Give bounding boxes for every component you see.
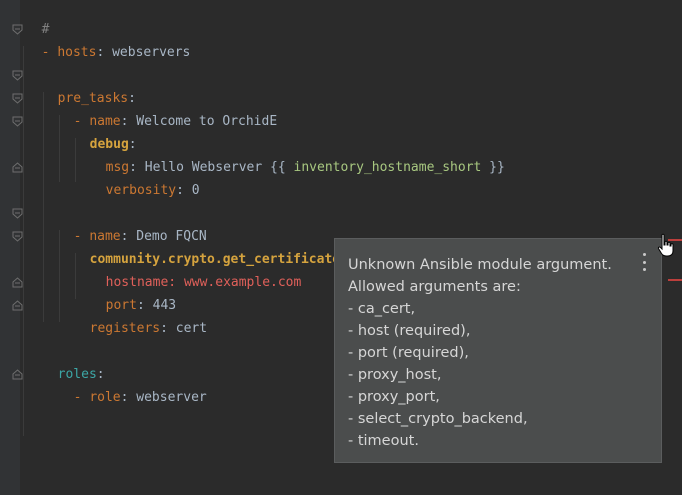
yaml-key: registers	[89, 321, 161, 336]
tooltip-line: Allowed arguments are:	[348, 279, 521, 295]
yaml-value: webservers	[112, 45, 191, 60]
code-line[interactable]: - name: Demo FQCN	[58, 202, 207, 244]
code-line[interactable]: #	[26, 0, 50, 37]
tooltip-line: - proxy_port,	[348, 389, 440, 405]
yaml-value: webserver	[136, 390, 207, 405]
tooltip-line: - port (required),	[348, 345, 469, 361]
yaml-value: www.example.com	[183, 275, 302, 290]
code-line[interactable]: pre_tasks:	[42, 64, 136, 106]
hand-cursor-icon	[657, 233, 677, 261]
tooltip-line: - select_crypto_backend,	[348, 411, 528, 427]
yaml-key: hosts	[57, 45, 97, 60]
code-line[interactable]: debug:	[74, 110, 137, 152]
code-line[interactable]: port: 443	[90, 271, 176, 313]
yaml-value: 0	[191, 183, 200, 198]
fold-end-icon[interactable]	[12, 162, 23, 173]
yaml-value: }}	[481, 160, 505, 175]
tooltip-line: - ca_cert,	[348, 301, 416, 317]
tooltip-line: Unknown Ansible module argument.	[348, 257, 612, 273]
code-line[interactable]: verbosity: 0	[90, 156, 200, 198]
colon: :	[160, 321, 176, 336]
colon: :	[176, 183, 192, 198]
fold-marker-icon[interactable]	[12, 208, 23, 219]
code-line[interactable]: registers: cert	[74, 294, 207, 336]
fold-end-icon[interactable]	[12, 369, 23, 380]
fold-marker-icon[interactable]	[12, 231, 23, 242]
jinja-variable: inventory_hostname_short	[293, 160, 482, 175]
more-vertical-icon[interactable]	[641, 253, 647, 271]
tooltip-line: - timeout.	[348, 433, 419, 449]
code-line[interactable]: roles:	[42, 340, 105, 382]
tooltip-line: - proxy_host,	[348, 367, 442, 383]
fold-marker-icon[interactable]	[12, 24, 23, 35]
fold-end-icon[interactable]	[12, 277, 23, 288]
tooltip-line: - host (required),	[348, 323, 471, 339]
indent-guide	[43, 92, 44, 322]
code-line[interactable]: hostname: www.example.com	[90, 248, 302, 290]
indent-guide	[23, 46, 24, 436]
list-dash: -	[73, 390, 90, 405]
list-dash: -	[41, 45, 58, 60]
fold-marker-icon[interactable]	[12, 70, 23, 81]
yaml-value: cert	[175, 321, 208, 336]
error-tooltip: Unknown Ansible module argument. Allowed…	[334, 238, 662, 463]
code-line[interactable]: community.crypto.get_certificate:	[74, 225, 348, 267]
colon: :	[96, 45, 113, 60]
fold-marker-icon[interactable]	[12, 93, 23, 104]
yaml-key: verbosity	[105, 183, 177, 198]
fold-marker-icon[interactable]	[12, 116, 23, 127]
colon: :	[120, 390, 137, 405]
code-line[interactable]: - role: webserver	[58, 363, 207, 405]
code-line[interactable]: - hosts: webservers	[26, 18, 191, 60]
code-line[interactable]: msg: Hello Webserver {{ inventory_hostna…	[90, 133, 505, 175]
code-line[interactable]: - name: Welcome to OrchidE	[58, 87, 278, 129]
error-stripe-marker[interactable]	[668, 279, 682, 281]
fold-end-icon[interactable]	[12, 300, 23, 311]
yaml-value: Welcome to OrchidE	[136, 114, 278, 129]
yaml-key: role	[89, 390, 121, 405]
